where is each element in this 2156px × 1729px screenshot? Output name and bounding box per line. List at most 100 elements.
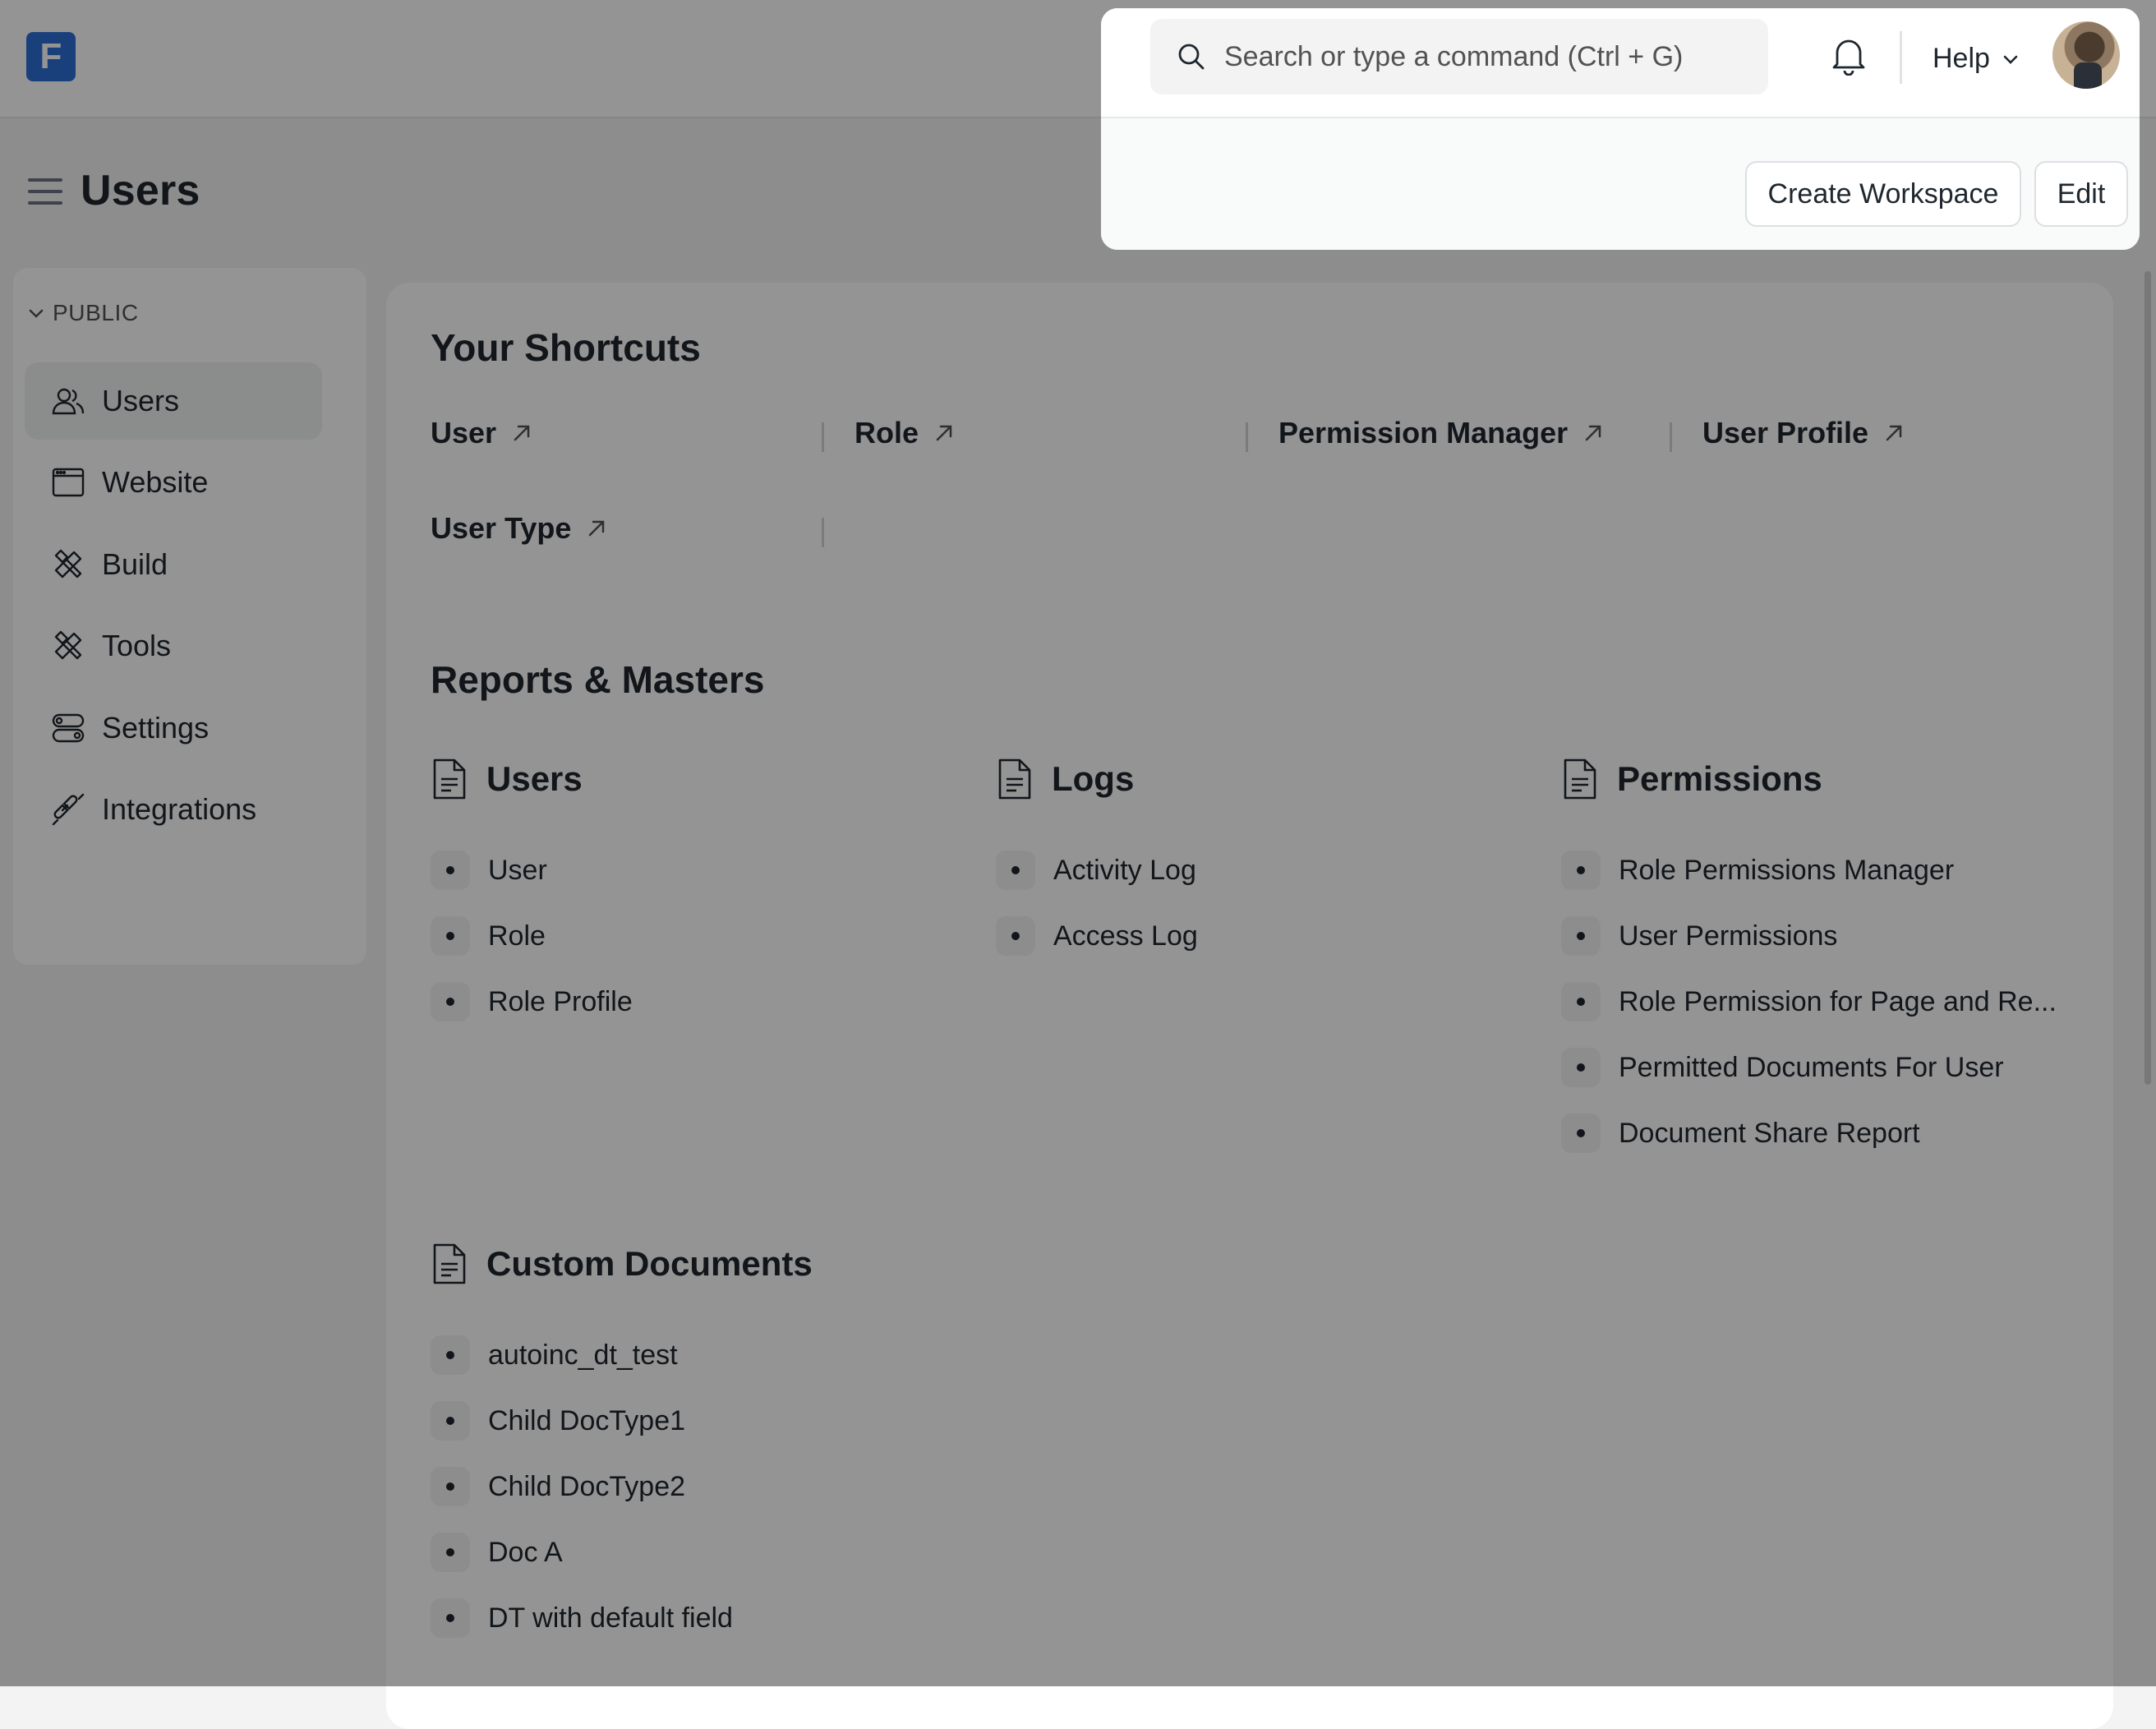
- build-icon: [51, 547, 85, 582]
- bullet-icon: [1561, 1113, 1601, 1153]
- shortcut-label: User Profile: [1702, 416, 1869, 450]
- link-label: Role Permissions Manager: [1619, 854, 1955, 886]
- tools-icon: [51, 629, 85, 663]
- shortcut-user-profile[interactable]: User Profile: [1702, 416, 1905, 450]
- bullet-icon: [431, 851, 470, 890]
- avatar-figure: [2074, 62, 2102, 89]
- integrations-icon: [51, 792, 85, 827]
- bullet-icon: [1561, 982, 1601, 1021]
- hamburger-menu-icon[interactable]: [28, 178, 62, 205]
- arrow-up-right-icon: [1883, 422, 1905, 444]
- sidebar-item-label: Build: [102, 547, 168, 581]
- shortcut-user-type[interactable]: User Type: [431, 511, 607, 546]
- link-label: Doc A: [488, 1536, 563, 1568]
- shortcut-divider: [1670, 422, 1672, 452]
- arrow-up-right-icon: [933, 422, 955, 444]
- link-role[interactable]: Role: [431, 916, 546, 956]
- link-role-profile[interactable]: Role Profile: [431, 982, 633, 1021]
- bullet-icon: [996, 851, 1035, 890]
- link-label: Role: [488, 920, 546, 952]
- app-logo[interactable]: F: [26, 32, 76, 81]
- link-role-permissions-manager[interactable]: Role Permissions Manager: [1561, 851, 1954, 890]
- sidebar-section-public[interactable]: PUBLIC: [28, 300, 139, 326]
- shortcut-divider: [822, 518, 824, 547]
- shortcut-divider: [822, 422, 824, 452]
- create-workspace-button[interactable]: Create Workspace: [1745, 161, 2021, 227]
- link-doc-a[interactable]: Doc A: [431, 1533, 563, 1572]
- sidebar-item-tools[interactable]: Tools: [25, 607, 322, 685]
- link-autoinc-dt-test[interactable]: autoinc_dt_test: [431, 1335, 678, 1375]
- sidebar-item-label: Integrations: [102, 792, 257, 826]
- sidebar-section-label: PUBLIC: [53, 300, 139, 325]
- sidebar-item-settings[interactable]: Settings: [25, 689, 322, 767]
- link-user-permissions[interactable]: User Permissions: [1561, 916, 1837, 956]
- link-access-log[interactable]: Access Log: [996, 916, 1198, 956]
- chevron-down-icon: [2002, 50, 2020, 68]
- bullet-icon: [996, 916, 1035, 956]
- card-title: Logs: [1052, 759, 1135, 798]
- link-dt-with-default-field[interactable]: DT with default field: [431, 1598, 733, 1638]
- settings-icon: [51, 711, 85, 745]
- card-permissions: Permissions: [1561, 758, 1822, 800]
- shortcut-permission-manager[interactable]: Permission Manager: [1278, 416, 1604, 450]
- sidebar-item-label: Users: [102, 384, 180, 417]
- search-input[interactable]: Search or type a command (Ctrl + G): [1150, 19, 1768, 95]
- card-title: Permissions: [1617, 759, 1822, 798]
- document-icon: [431, 1243, 468, 1285]
- sidebar-item-website[interactable]: Website: [25, 444, 322, 521]
- user-avatar[interactable]: [2052, 21, 2120, 89]
- navbar-divider: [1900, 31, 1902, 84]
- users-icon: [51, 384, 85, 418]
- sidebar-item-build[interactable]: Build: [25, 526, 322, 603]
- link-activity-log[interactable]: Activity Log: [996, 851, 1196, 890]
- shortcuts-heading: Your Shortcuts: [431, 326, 701, 369]
- bullet-icon: [1561, 851, 1601, 890]
- link-permitted-documents[interactable]: Permitted Documents For User: [1561, 1048, 2004, 1087]
- link-user[interactable]: User: [431, 851, 547, 890]
- card-custom-documents: Custom Documents: [431, 1243, 813, 1285]
- link-child-doctype1[interactable]: Child DocType1: [431, 1401, 685, 1441]
- link-document-share-report[interactable]: Document Share Report: [1561, 1113, 1920, 1153]
- link-role-permission-page-report[interactable]: Role Permission for Page and Re...: [1561, 982, 2057, 1021]
- link-label: Access Log: [1053, 920, 1198, 952]
- page-title: Users: [81, 167, 200, 214]
- card-users: Users: [431, 758, 583, 800]
- notification-bell-icon[interactable]: [1831, 36, 1867, 76]
- page-scrollbar[interactable]: [2144, 271, 2151, 1085]
- document-icon: [1561, 758, 1599, 800]
- link-label: Activity Log: [1053, 854, 1196, 886]
- shortcut-label: User Type: [431, 511, 572, 545]
- edit-button[interactable]: Edit: [2034, 161, 2128, 227]
- shortcut-role[interactable]: Role: [855, 416, 955, 450]
- help-dropdown[interactable]: Help: [1933, 43, 2020, 75]
- document-icon: [431, 758, 468, 800]
- chevron-down-icon: [28, 305, 44, 321]
- bullet-icon: [431, 1335, 470, 1375]
- shortcut-label: User: [431, 416, 497, 450]
- sidebar-item-integrations[interactable]: Integrations: [25, 771, 322, 848]
- bullet-icon: [431, 1598, 470, 1638]
- link-label: User Permissions: [1619, 920, 1838, 952]
- link-label: Child DocType2: [488, 1470, 686, 1502]
- shortcut-divider: [1246, 422, 1248, 452]
- bullet-icon: [431, 1533, 470, 1572]
- shortcut-label: Role: [855, 416, 919, 450]
- sidebar-item-users[interactable]: Users: [25, 362, 322, 440]
- logo-letter: F: [39, 36, 62, 76]
- search-icon: [1177, 42, 1206, 71]
- help-label: Help: [1933, 43, 1990, 74]
- arrow-up-right-icon: [1582, 422, 1604, 444]
- card-logs: Logs: [996, 758, 1134, 800]
- sidebar-item-label: Tools: [102, 629, 172, 662]
- link-label: Role Permission for Page and Re...: [1619, 985, 2057, 1017]
- card-title: Users: [486, 759, 583, 798]
- website-icon: [51, 465, 85, 500]
- link-child-doctype2[interactable]: Child DocType2: [431, 1467, 685, 1506]
- bullet-icon: [431, 1401, 470, 1441]
- reports-heading: Reports & Masters: [431, 658, 765, 701]
- shortcut-user[interactable]: User: [431, 416, 532, 450]
- document-icon: [996, 758, 1034, 800]
- highlighted-region: Search or type a command (Ctrl + G) Help…: [1101, 8, 2140, 250]
- sidebar-item-label: Website: [102, 465, 209, 499]
- link-label: Document Share Report: [1619, 1117, 1920, 1149]
